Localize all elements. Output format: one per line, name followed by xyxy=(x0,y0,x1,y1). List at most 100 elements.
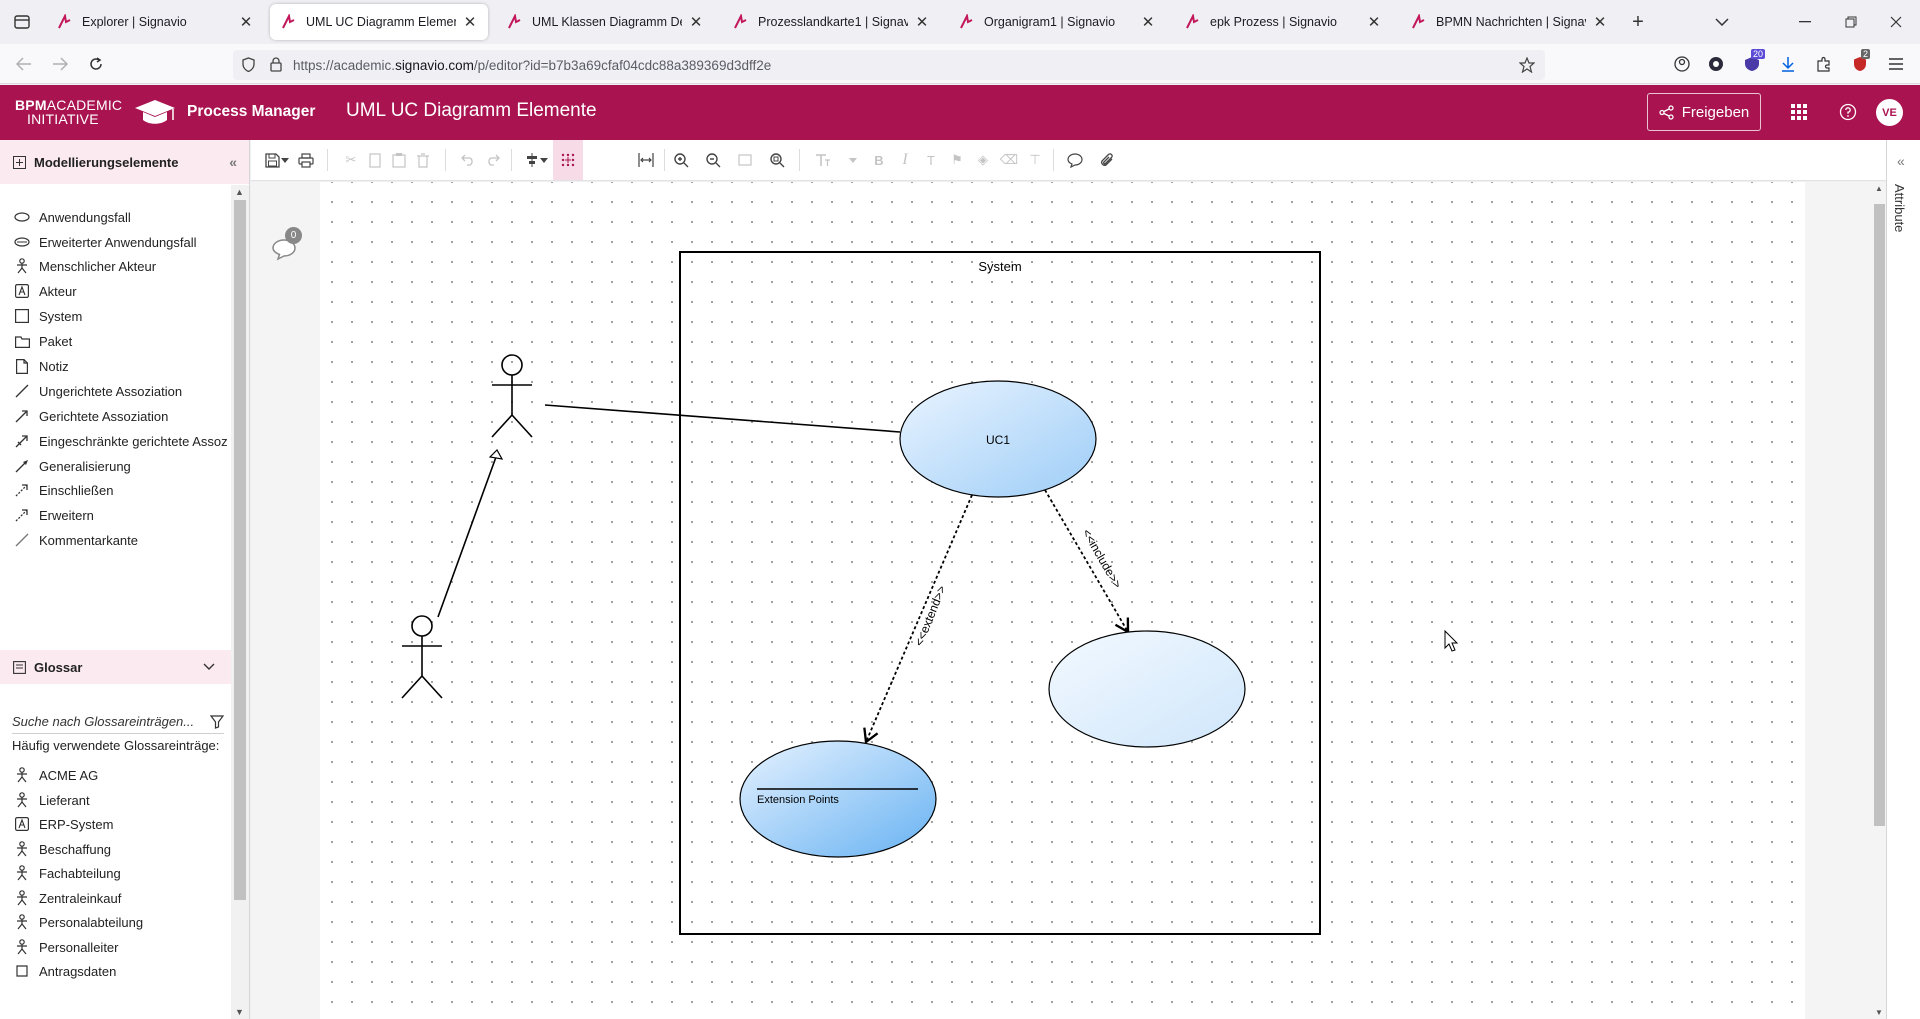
canvas-area[interactable]: 0 System <<include>> <<extend>> UC1 Exte… xyxy=(251,182,1886,1019)
close-tab-icon[interactable]: ✕ xyxy=(1366,13,1382,31)
scroll-up-arrow-icon[interactable]: ▲ xyxy=(235,187,244,197)
app-grid-icon[interactable] xyxy=(1787,100,1811,124)
glossary-item[interactable]: Personalleiter xyxy=(14,936,119,958)
glossary-item[interactable]: Personalabteilung xyxy=(14,911,143,933)
browser-tab[interactable]: BPMN Nachrichten | Signavio ✕ xyxy=(1400,4,1618,40)
glossary-header[interactable]: Glossar xyxy=(0,650,231,684)
ublock-extension-icon[interactable]: 20 xyxy=(1742,49,1766,74)
font-color-icon[interactable]: ⚑ xyxy=(947,150,967,170)
delete-icon[interactable] xyxy=(413,150,433,170)
save-dropdown-caret-icon[interactable] xyxy=(279,150,291,170)
forward-arrow-icon[interactable] xyxy=(50,54,70,74)
account-icon[interactable] xyxy=(1672,54,1692,74)
glossary-item[interactable]: Zentraleinkauf xyxy=(14,887,121,909)
human-actor-1[interactable] xyxy=(491,354,533,438)
back-arrow-icon[interactable] xyxy=(14,54,34,74)
use-case-diagram[interactable]: System <<include>> <<extend>> UC1 Extens… xyxy=(320,182,1805,1019)
help-icon[interactable] xyxy=(1836,100,1860,124)
browser-tab[interactable]: Explorer | Signavio ✕ xyxy=(46,4,264,40)
palette-item-eingeschraenkte-gerichtete-assoziation[interactable]: Eingeschränkte gerichtete Assoz xyxy=(14,430,228,452)
use-case-uc1[interactable]: UC1 xyxy=(899,380,1097,498)
chevron-down-icon[interactable] xyxy=(203,663,215,671)
expand-panel-icon[interactable]: « xyxy=(1897,153,1905,169)
palette-item-einschliessen[interactable]: Einschließen xyxy=(14,479,113,501)
glossary-item[interactable]: Fachabteilung xyxy=(14,862,121,884)
browser-tab[interactable]: UML Klassen Diagramm Deadlines | Signavi… xyxy=(496,4,714,40)
close-window-icon[interactable] xyxy=(1886,12,1906,32)
glossary-item[interactable]: Antragsdaten xyxy=(14,960,116,982)
palette-item-paket[interactable]: Paket xyxy=(14,330,72,352)
document-title[interactable]: UML UC Diagramm Elemente xyxy=(346,100,597,122)
hamburger-menu-icon[interactable] xyxy=(1886,54,1906,74)
comment-icon[interactable] xyxy=(1065,150,1085,170)
align-dropdown-caret-icon[interactable] xyxy=(538,150,550,170)
close-tab-icon[interactable]: ✕ xyxy=(688,13,704,31)
tracking-shield-icon[interactable] xyxy=(240,56,256,72)
close-tab-icon[interactable]: ✕ xyxy=(1592,13,1608,31)
scroll-up-arrow-icon[interactable]: ▲ xyxy=(1875,184,1883,193)
palette-item-erweiterter-anwendungsfall[interactable]: Erweiterter Anwendungsfall xyxy=(14,231,197,253)
palette-item-ungerichtete-assoziation[interactable]: Ungerichtete Assoziation xyxy=(14,380,182,402)
glossary-item[interactable]: ACME AG xyxy=(14,764,98,786)
cut-icon[interactable]: ✂ xyxy=(341,150,361,170)
palette-item-gerichtete-assoziation[interactable]: Gerichtete Assoziation xyxy=(14,405,168,427)
glossary-item[interactable]: Lieferant xyxy=(14,789,90,811)
shield-extension-icon[interactable]: 2 xyxy=(1850,49,1871,74)
bold-icon[interactable]: B xyxy=(869,150,889,170)
extensions-puzzle-icon[interactable] xyxy=(1814,54,1834,74)
product-name[interactable]: Process Manager xyxy=(187,103,315,121)
human-actor-2[interactable] xyxy=(401,615,443,699)
use-case-unnamed[interactable] xyxy=(1048,630,1246,748)
text-style-icon[interactable]: T xyxy=(921,150,941,170)
attachment-paperclip-icon[interactable] xyxy=(1097,150,1117,170)
browser-tab[interactable]: Prozesslandkarte1 | Signavio ✕ xyxy=(722,4,940,40)
bookmark-star-icon[interactable] xyxy=(1518,56,1536,74)
copy-icon[interactable] xyxy=(365,150,385,170)
association-edge[interactable] xyxy=(544,404,901,433)
restore-window-icon[interactable] xyxy=(1841,12,1861,32)
palette-item-erweitern[interactable]: Erweitern xyxy=(14,504,94,526)
canvas-scrollbar[interactable]: ▲ ▼ xyxy=(1873,182,1886,1019)
diagram-canvas[interactable]: System <<include>> <<extend>> UC1 Extens… xyxy=(320,182,1805,1019)
undo-icon[interactable] xyxy=(458,150,478,170)
include-edge[interactable]: <<include>> xyxy=(1044,489,1130,635)
extend-edge[interactable]: <<extend>> xyxy=(863,494,973,745)
new-tab-icon[interactable]: + xyxy=(1628,11,1648,33)
palette-item-system[interactable]: System xyxy=(14,305,82,327)
glossary-item[interactable]: ERP-System xyxy=(14,813,113,835)
bpm-academic-logo[interactable]: BPMACADEMIC INITIATIVE xyxy=(15,98,127,126)
fill-color-icon[interactable]: ◈ xyxy=(973,150,993,170)
extended-use-case[interactable]: Extension Points xyxy=(739,740,937,858)
zoom-in-icon[interactable] xyxy=(671,150,691,170)
palette-item-anwendungsfall[interactable]: Anwendungsfall xyxy=(14,206,131,228)
close-tab-icon[interactable]: ✕ xyxy=(238,13,254,31)
zoom-fit-icon[interactable] xyxy=(767,150,787,170)
palette-item-generalisierung[interactable]: Generalisierung xyxy=(14,455,131,477)
glossary-search-input[interactable]: Suche nach Glossareinträgen... xyxy=(12,710,224,734)
share-button[interactable]: Freigeben xyxy=(1647,93,1761,131)
close-tab-icon[interactable]: ✕ xyxy=(1140,13,1156,31)
distribute-icon[interactable] xyxy=(636,150,656,170)
text-format-icon[interactable] xyxy=(813,150,833,170)
zoom-reset-icon[interactable] xyxy=(735,150,755,170)
palette-item-akteur[interactable]: Akteur xyxy=(14,280,77,302)
italic-icon[interactable]: I xyxy=(895,150,915,170)
left-panel-scrollbar[interactable]: ▲ ▼ xyxy=(231,185,249,1019)
tab-overview-icon[interactable] xyxy=(12,12,32,32)
browser-tab[interactable]: epk Prozess | Signavio ✕ xyxy=(1174,4,1392,40)
attribute-panel-label[interactable]: Attribute xyxy=(1892,184,1907,232)
palette-item-menschlicher-akteur[interactable]: Menschlicher Akteur xyxy=(14,255,156,277)
download-arrow-icon[interactable] xyxy=(1778,54,1798,74)
user-avatar[interactable]: VE xyxy=(1876,99,1903,126)
print-icon[interactable] xyxy=(296,150,316,170)
scrollbar-thumb[interactable] xyxy=(1874,204,1885,826)
scroll-down-arrow-icon[interactable]: ▼ xyxy=(235,1007,244,1017)
redo-icon[interactable] xyxy=(483,150,503,170)
zoom-out-icon[interactable] xyxy=(703,150,723,170)
scrollbar-thumb[interactable] xyxy=(234,200,246,900)
lock-icon[interactable] xyxy=(268,56,284,72)
snap-to-grid-toggle[interactable] xyxy=(553,140,583,180)
close-tab-icon[interactable]: ✕ xyxy=(914,13,930,31)
minimize-window-icon[interactable] xyxy=(1795,12,1815,32)
attribute-panel[interactable]: « Attribute xyxy=(1886,140,1920,1019)
